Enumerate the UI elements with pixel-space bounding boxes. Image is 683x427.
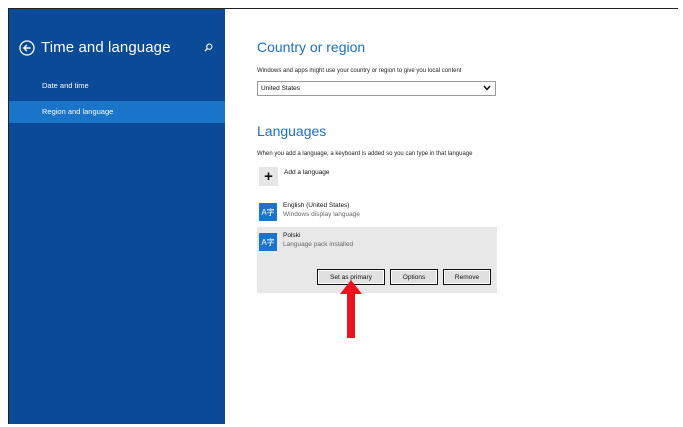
- languages-heading: Languages: [257, 123, 327, 139]
- search-icon[interactable]: [204, 43, 213, 52]
- plus-icon: +: [259, 167, 278, 186]
- annotation-arrow-icon: [339, 280, 363, 338]
- sidebar-header: Time and language: [19, 39, 171, 56]
- languages-description: When you add a language, a keyboard is a…: [257, 151, 473, 157]
- settings-window: Time and language Date and time Region a…: [8, 8, 678, 424]
- language-item-polski[interactable]: A字 Polski Language pack installed Set as…: [257, 227, 497, 293]
- country-heading: Country or region: [257, 39, 366, 55]
- add-language-label: Add a language: [284, 169, 330, 176]
- country-dropdown[interactable]: United States: [257, 81, 496, 96]
- language-icon: A字: [259, 233, 277, 251]
- back-arrow-circle-icon[interactable]: [19, 39, 35, 56]
- sidebar: Time and language Date and time Region a…: [9, 9, 225, 424]
- chevron-down-icon: [483, 85, 491, 91]
- language-status: Windows display language: [283, 211, 360, 218]
- language-status: Language pack installed: [283, 241, 354, 248]
- language-icon: A字: [259, 203, 277, 221]
- language-name: Polski: [283, 232, 301, 239]
- language-name: English (United States): [283, 202, 350, 209]
- add-language-button[interactable]: + Add a language: [259, 167, 330, 186]
- country-dropdown-value: United States: [261, 85, 301, 92]
- sidebar-item-date-and-time[interactable]: Date and time: [9, 75, 225, 97]
- remove-button[interactable]: Remove: [443, 269, 491, 285]
- sidebar-item-region-and-language[interactable]: Region and language: [9, 101, 225, 123]
- options-button[interactable]: Options: [390, 269, 438, 285]
- sidebar-title: Time and language: [41, 39, 171, 56]
- main-content: Country or region Windows and apps might…: [225, 9, 678, 424]
- language-item-english[interactable]: A字 English (United States) Windows displ…: [257, 197, 497, 229]
- country-description: Windows and apps might use your country …: [257, 68, 462, 74]
